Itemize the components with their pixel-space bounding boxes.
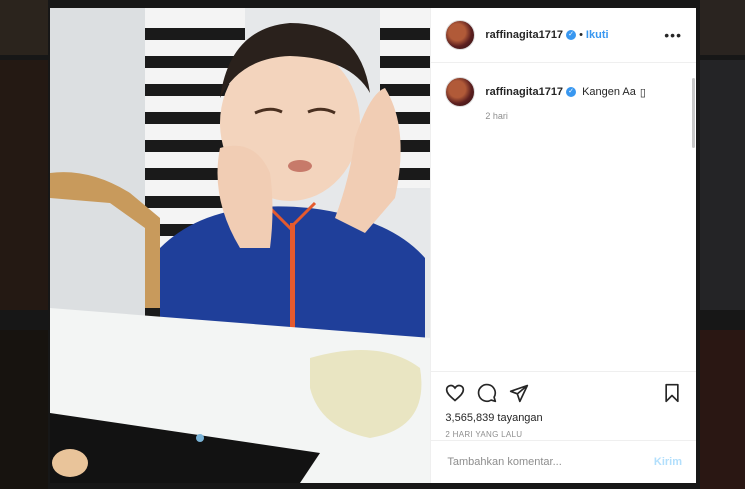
comment-input[interactable] xyxy=(445,455,654,469)
caption-avatar[interactable] xyxy=(445,77,476,107)
post-details-panel: raffinagita1717 ✓ • Ikuti ••• raffinagit… xyxy=(430,8,696,483)
comment-icon[interactable] xyxy=(477,383,497,403)
emoji-placeholder: ▯ xyxy=(639,86,646,99)
post-header: raffinagita1717 ✓ • Ikuti ••• xyxy=(431,8,696,63)
post-timestamp[interactable]: 2 HARI YANG LALU xyxy=(445,430,682,439)
post-actions: 3,565,839 tayangan 2 HARI YANG LALU xyxy=(431,371,696,439)
scrollbar[interactable] xyxy=(692,78,695,148)
caption-username[interactable]: raffinagita1717 xyxy=(485,86,563,98)
video-frame-illustration xyxy=(50,8,431,483)
share-icon[interactable] xyxy=(509,383,529,403)
caption-time: 2 hari xyxy=(485,111,508,121)
caption-text: Kangen Aa xyxy=(582,86,636,98)
avatar[interactable] xyxy=(445,20,476,50)
separator-dot: • xyxy=(579,29,583,41)
caption: raffinagita1717 ✓ Kangen Aa ▯ xyxy=(445,77,682,107)
post-video[interactable] xyxy=(50,8,431,483)
comment-form: Kirim xyxy=(431,440,696,483)
view-count[interactable]: 3,565,839 tayangan xyxy=(445,412,682,424)
follow-button[interactable]: Ikuti xyxy=(586,29,609,41)
verified-badge-icon: ✓ xyxy=(566,30,577,40)
action-icons xyxy=(445,382,682,404)
heart-icon[interactable] xyxy=(445,383,465,403)
verified-badge-icon: ✓ xyxy=(566,87,577,97)
bookmark-icon[interactable] xyxy=(662,383,682,403)
post-modal: raffinagita1717 ✓ • Ikuti ••• raffinagit… xyxy=(50,8,696,483)
comments-section: raffinagita1717 ✓ Kangen Aa ▯ 2 hari xyxy=(431,63,696,121)
more-options-icon[interactable]: ••• xyxy=(664,27,682,43)
post-username[interactable]: raffinagita1717 xyxy=(485,29,563,41)
post-comment-button[interactable]: Kirim xyxy=(654,456,682,468)
